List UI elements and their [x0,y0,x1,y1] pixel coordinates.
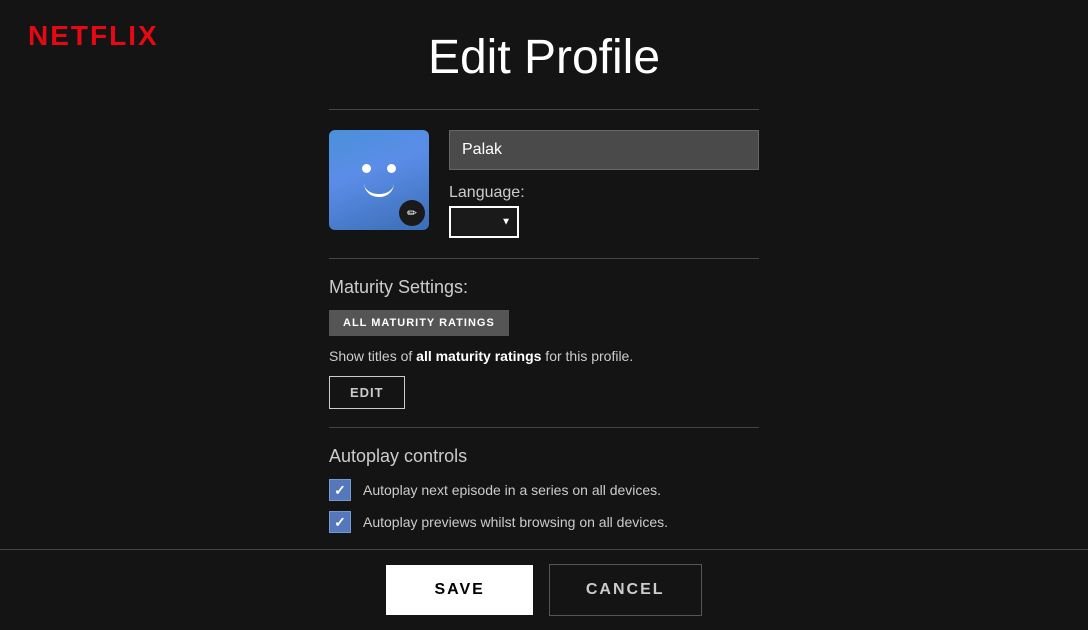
language-label: Language: [449,184,759,202]
autoplay-checkbox-2[interactable] [329,511,351,533]
page-title: Edit Profile [428,30,660,85]
language-select-wrapper: English Hindi Spanish French [449,206,519,238]
avatar-smile [364,183,394,197]
avatar-face [362,164,396,197]
cancel-button[interactable]: CANCEL [549,564,702,616]
autoplay-checkbox-1[interactable] [329,479,351,501]
avatar-eye-right [387,164,396,173]
divider-autoplay [329,427,759,428]
divider-top [329,109,759,110]
save-button[interactable]: SAVE [386,565,532,615]
language-select[interactable]: English Hindi Spanish French [449,206,519,238]
autoplay-section: Autoplay controls Autoplay next episode … [329,446,759,543]
maturity-section: Maturity Settings: ALL MATURITY RATINGS … [329,277,759,409]
maturity-desc-suffix: for this profile. [541,348,633,364]
maturity-title: Maturity Settings: [329,277,759,298]
language-field: Language: English Hindi Spanish French [449,184,759,238]
pencil-icon: ✏ [407,206,417,220]
profile-fields: Language: English Hindi Spanish French [449,130,759,238]
maturity-description: Show titles of all maturity ratings for … [329,348,759,364]
autoplay-label-2: Autoplay previews whilst browsing on all… [363,514,668,530]
maturity-desc-prefix: Show titles of [329,348,416,364]
maturity-edit-button[interactable]: EDIT [329,376,405,409]
maturity-badge: ALL MATURITY RATINGS [329,310,509,336]
autoplay-item-2: Autoplay previews whilst browsing on all… [329,511,759,533]
autoplay-title: Autoplay controls [329,446,759,467]
main-content: Edit Profile ✏ Language: [0,0,1088,557]
profile-name-input[interactable] [449,130,759,170]
footer-buttons: SAVE CANCEL [0,550,1088,630]
avatar-wrapper: ✏ [329,130,429,230]
profile-section: ✏ Language: English Hindi Spanish French [329,130,759,238]
autoplay-label-1: Autoplay next episode in a series on all… [363,482,661,498]
autoplay-item-1: Autoplay next episode in a series on all… [329,479,759,501]
maturity-desc-bold: all maturity ratings [416,348,541,364]
avatar-eye-left [362,164,371,173]
avatar-edit-button[interactable]: ✏ [399,200,425,226]
divider-middle [329,258,759,259]
netflix-logo: NETFLIX [28,20,159,52]
avatar-eyes [362,164,396,173]
